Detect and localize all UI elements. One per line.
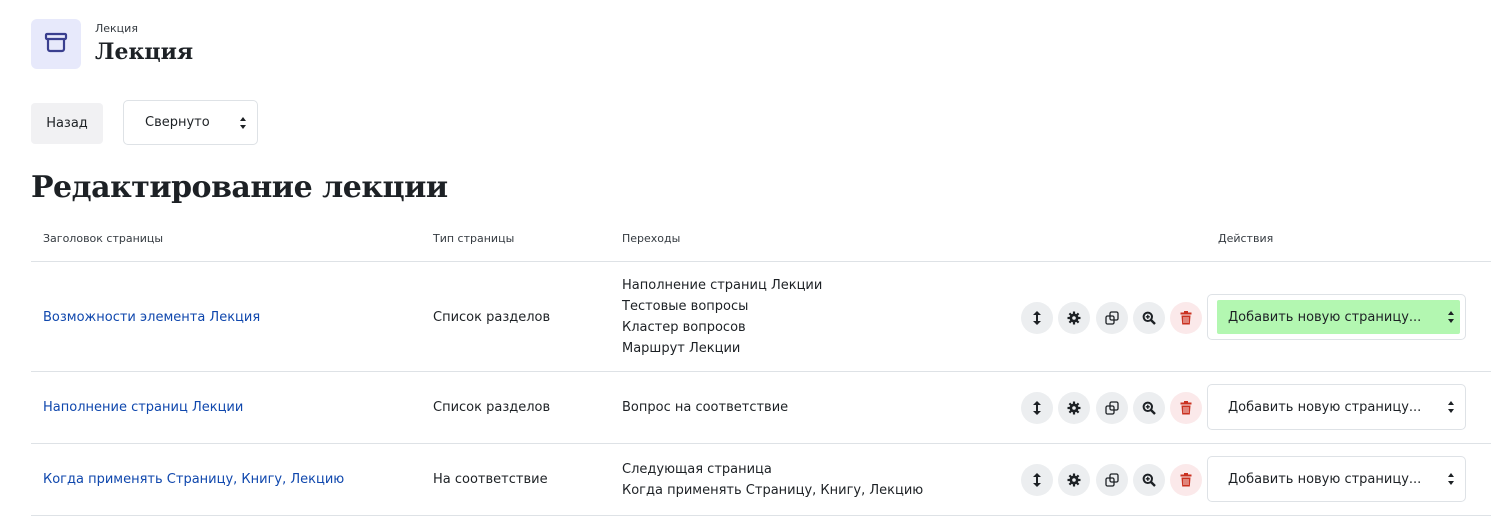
select-arrows-icon [1448, 401, 1454, 413]
page-heading: Редактирование лекции [31, 170, 448, 205]
table-header-divider [31, 261, 1491, 262]
gear-icon [1067, 473, 1081, 487]
delete-button[interactable] [1170, 392, 1202, 424]
add-new-page-value: Добавить новую страницу... [1228, 399, 1422, 415]
page-title-link[interactable]: Когда применять Страницу, Книгу, Лекцию [43, 469, 344, 490]
move-icon [1033, 311, 1041, 325]
column-header-type: Тип страницы [433, 232, 515, 245]
move-icon [1033, 401, 1041, 415]
zoom-icon [1142, 401, 1156, 415]
select-arrows-icon [1448, 311, 1454, 323]
view-mode-value: Свернуто [145, 115, 210, 130]
copy-button[interactable] [1096, 464, 1128, 496]
back-button[interactable]: Назад [31, 103, 103, 144]
column-header-title: Заголовок страницы [43, 232, 164, 245]
page-jumps: Вопрос на соответствие [622, 397, 788, 418]
page-jumps: Наполнение страниц Лекции Тестовые вопро… [622, 275, 822, 359]
add-new-page-select[interactable]: Добавить новую страницу... [1207, 456, 1466, 502]
select-arrows-icon [240, 117, 246, 129]
add-new-page-select[interactable]: Добавить новую страницу... [1207, 384, 1466, 430]
preview-button[interactable] [1133, 302, 1165, 334]
row-divider [31, 515, 1491, 516]
activity-type-label: Лекция [95, 22, 138, 35]
move-button[interactable] [1021, 302, 1053, 334]
move-icon [1033, 473, 1041, 487]
jump-item: Наполнение страниц Лекции [622, 278, 823, 293]
zoom-icon [1142, 473, 1156, 487]
add-new-page-select[interactable]: Добавить новую страницу... [1207, 294, 1466, 340]
page-type: На соответствие [433, 472, 548, 487]
move-button[interactable] [1021, 464, 1053, 496]
copy-button[interactable] [1096, 392, 1128, 424]
add-new-page-value: Добавить новую страницу... [1228, 471, 1422, 487]
copy-icon [1105, 311, 1119, 325]
column-header-jumps: Переходы [622, 232, 681, 245]
select-arrows-icon [1448, 473, 1454, 485]
page-title-link[interactable]: Наполнение страниц Лекции [43, 397, 243, 418]
page-title-link[interactable]: Возможности элемента Лекция [43, 307, 260, 328]
jump-item: Вопрос на соответствие [622, 400, 789, 415]
trash-icon [1180, 401, 1192, 415]
copy-icon [1105, 401, 1119, 415]
copy-button[interactable] [1096, 302, 1128, 334]
activity-header: Лекция Лекция [31, 19, 193, 69]
jump-item: Кластер вопросов [622, 320, 746, 335]
page-jumps: Следующая страница Когда применять Стран… [622, 459, 923, 501]
delete-button[interactable] [1170, 302, 1202, 334]
jump-item: Тестовые вопросы [622, 299, 749, 314]
trash-icon [1180, 311, 1192, 325]
edit-button[interactable] [1058, 302, 1090, 334]
move-button[interactable] [1021, 392, 1053, 424]
activity-title: Лекция [95, 39, 194, 65]
gear-icon [1067, 401, 1081, 415]
edit-button[interactable] [1058, 392, 1090, 424]
add-new-page-value: Добавить новую страницу... [1228, 309, 1422, 325]
jump-item: Маршрут Лекции [622, 341, 741, 356]
column-header-actions: Действия [1218, 232, 1274, 245]
copy-icon [1105, 473, 1119, 487]
gear-icon [1067, 311, 1081, 325]
zoom-icon [1142, 311, 1156, 325]
lesson-icon [31, 19, 81, 69]
row-divider [31, 443, 1491, 444]
preview-button[interactable] [1133, 392, 1165, 424]
delete-button[interactable] [1170, 464, 1202, 496]
page-type: Список разделов [433, 310, 551, 325]
edit-button[interactable] [1058, 464, 1090, 496]
trash-icon [1180, 473, 1192, 487]
page-type: Список разделов [433, 400, 551, 415]
preview-button[interactable] [1133, 464, 1165, 496]
row-divider [31, 371, 1491, 372]
jump-item: Когда применять Страницу, Книгу, Лекцию [622, 483, 924, 498]
jump-item: Следующая страница [622, 462, 772, 477]
view-mode-select[interactable]: Свернуто [123, 100, 258, 145]
